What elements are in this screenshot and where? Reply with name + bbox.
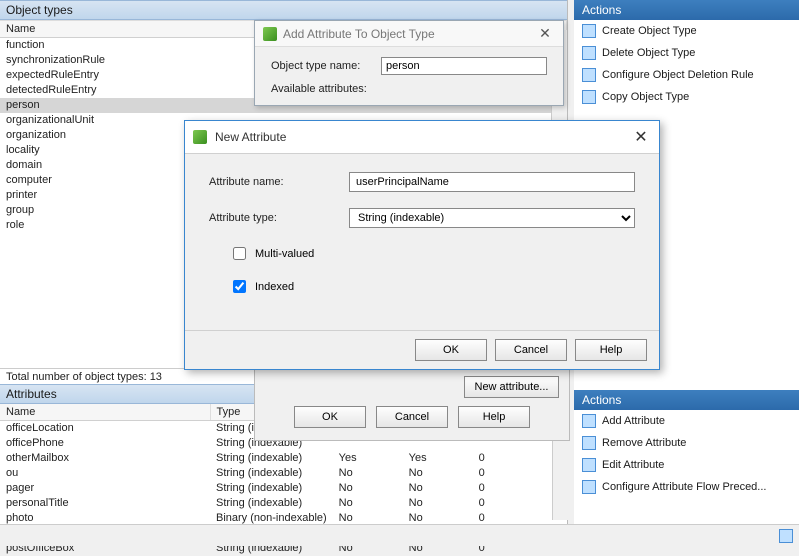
- table-row[interactable]: pagerString (indexable)NoNo0: [0, 481, 568, 496]
- action-item[interactable]: Edit Attribute: [574, 454, 799, 476]
- cell-name: otherMailbox: [0, 451, 210, 466]
- cell-c3: Yes: [333, 451, 403, 466]
- actions-bottom-title: Actions: [574, 390, 799, 410]
- dlg1-help-button[interactable]: Help: [458, 406, 530, 428]
- dlg1-avail-label: Available attributes:: [271, 83, 367, 95]
- actions-top-title: Actions: [574, 0, 799, 20]
- action-label: Copy Object Type: [602, 91, 689, 103]
- table-row[interactable]: ouString (indexable)NoNo0: [0, 466, 568, 481]
- dlg1-titlebar[interactable]: Add Attribute To Object Type ✕: [255, 21, 563, 47]
- dlg2-indexed-checkbox[interactable]: [233, 280, 246, 293]
- status-bar: [0, 524, 799, 546]
- cell-c4: No: [403, 466, 473, 481]
- cell-type: String (indexable): [210, 466, 333, 481]
- action-icon: [582, 46, 596, 60]
- dlg2-multi-valued-checkbox[interactable]: [233, 247, 246, 260]
- dlg2-help-button[interactable]: Help: [575, 339, 647, 361]
- cell-name: ou: [0, 466, 210, 481]
- dlg1-cancel-button[interactable]: Cancel: [376, 406, 448, 428]
- action-item[interactable]: Remove Attribute: [574, 432, 799, 454]
- dialog-add-attribute-to-object-type: Add Attribute To Object Type ✕ Object ty…: [254, 20, 564, 106]
- cell-c4: No: [403, 496, 473, 511]
- cell-name: officeLocation: [0, 421, 210, 436]
- dlg1-name-label: Object type name:: [271, 60, 381, 72]
- cell-type: String (indexable): [210, 481, 333, 496]
- dlg1-new-attribute-button[interactable]: New attribute...: [464, 376, 559, 398]
- dlg1-ok-button[interactable]: OK: [294, 406, 366, 428]
- dlg1-object-type-name-input[interactable]: [381, 57, 547, 75]
- action-label: Edit Attribute: [602, 459, 664, 471]
- action-icon: [582, 68, 596, 82]
- cell-name: officePhone: [0, 436, 210, 451]
- dlg2-title: New Attribute: [215, 130, 623, 144]
- dlg1-title: Add Attribute To Object Type: [283, 27, 529, 41]
- action-item[interactable]: Copy Object Type: [574, 86, 799, 108]
- dlg1-close-icon[interactable]: ✕: [535, 25, 555, 42]
- dlg2-indexed-label[interactable]: Indexed: [255, 281, 294, 293]
- dlg2-app-icon: [193, 130, 207, 144]
- cell-name: pager: [0, 481, 210, 496]
- cell-type: String (indexable): [210, 451, 333, 466]
- action-item[interactable]: Create Object Type: [574, 20, 799, 42]
- dlg2-multi-valued-label[interactable]: Multi-valued: [255, 248, 314, 260]
- action-icon: [582, 480, 596, 494]
- action-icon: [582, 24, 596, 38]
- action-icon: [582, 458, 596, 472]
- dlg2-name-label: Attribute name:: [209, 176, 349, 188]
- dlg1-lower-strip: New attribute... OK Cancel Help: [254, 370, 570, 441]
- dlg2-attribute-type-select[interactable]: String (indexable): [349, 208, 635, 228]
- cell-type: String (indexable): [210, 496, 333, 511]
- dlg2-type-label: Attribute type:: [209, 212, 349, 224]
- action-label: Delete Object Type: [602, 47, 695, 59]
- cell-c3: No: [333, 496, 403, 511]
- dlg2-close-icon[interactable]: ✕: [631, 127, 651, 147]
- dialog-new-attribute: New Attribute ✕ Attribute name: Attribut…: [184, 120, 660, 370]
- cell-c3: No: [333, 466, 403, 481]
- cell-c3: No: [333, 481, 403, 496]
- dlg2-cancel-button[interactable]: Cancel: [495, 339, 567, 361]
- action-icon: [582, 436, 596, 450]
- cell-name: personalTitle: [0, 496, 210, 511]
- action-label: Add Attribute: [602, 415, 665, 427]
- dlg2-ok-button[interactable]: OK: [415, 339, 487, 361]
- statusbar-icon[interactable]: [779, 529, 793, 543]
- attr-col-name[interactable]: Name: [0, 404, 210, 421]
- action-icon: [582, 414, 596, 428]
- table-row[interactable]: personalTitleString (indexable)NoNo0: [0, 496, 568, 511]
- table-row[interactable]: otherMailboxString (indexable)YesYes0: [0, 451, 568, 466]
- dlg2-titlebar[interactable]: New Attribute ✕: [185, 121, 659, 154]
- object-types-panel-title: Object types: [0, 0, 567, 20]
- action-icon: [582, 90, 596, 104]
- action-label: Configure Attribute Flow Preced...: [602, 481, 766, 493]
- dlg1-app-icon: [263, 27, 277, 41]
- action-label: Create Object Type: [602, 25, 697, 37]
- cell-c4: Yes: [403, 451, 473, 466]
- action-item[interactable]: Configure Object Deletion Rule: [574, 64, 799, 86]
- action-label: Remove Attribute: [602, 437, 686, 449]
- action-item[interactable]: Add Attribute: [574, 410, 799, 432]
- action-item[interactable]: Delete Object Type: [574, 42, 799, 64]
- action-label: Configure Object Deletion Rule: [602, 69, 754, 81]
- action-item[interactable]: Configure Attribute Flow Preced...: [574, 476, 799, 498]
- cell-c4: No: [403, 481, 473, 496]
- dlg2-attribute-name-input[interactable]: [349, 172, 635, 192]
